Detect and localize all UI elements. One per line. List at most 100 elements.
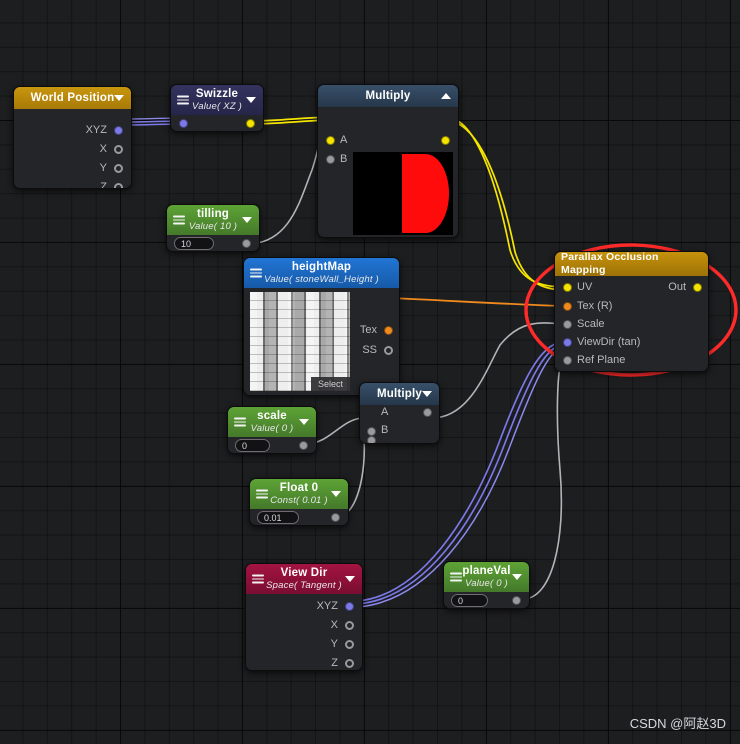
value-input[interactable]: 0.01: [257, 511, 299, 524]
node-tilling[interactable]: tilling Value( 10 ) 10: [166, 204, 260, 252]
texture-thumbnail[interactable]: Select: [250, 292, 350, 391]
chevron-down-icon[interactable]: [246, 97, 256, 103]
menu-icon[interactable]: [234, 417, 246, 427]
node-header[interactable]: World Position: [14, 87, 131, 109]
port-label-z: Z: [331, 657, 338, 669]
output-port-tex[interactable]: [384, 326, 393, 335]
menu-icon[interactable]: [250, 268, 262, 278]
chevron-down-icon[interactable]: [299, 419, 309, 425]
output-port-xyz[interactable]: [114, 126, 123, 135]
node-header[interactable]: View Dir Space( Tangent ): [246, 564, 362, 594]
input-port-ref-plane[interactable]: [563, 356, 572, 365]
menu-icon[interactable]: [177, 95, 189, 105]
shader-graph-canvas[interactable]: World Position XYZ X Y Z Swizzle Value( …: [0, 0, 740, 744]
node-multiply-uv[interactable]: Multiply A B: [317, 84, 459, 238]
node-header[interactable]: scale Value( 0 ): [228, 407, 316, 437]
output-port-value[interactable]: [512, 596, 521, 605]
output-port-y[interactable]: [114, 164, 123, 173]
menu-icon[interactable]: [252, 574, 264, 584]
input-port-a[interactable]: [326, 136, 335, 145]
select-texture-button[interactable]: Select: [310, 377, 350, 391]
input-port-a[interactable]: [367, 436, 376, 443]
node-subtitle: Value( 10 ): [188, 221, 238, 232]
input-port-value[interactable]: [179, 119, 188, 128]
node-view-dir[interactable]: View Dir Space( Tangent ) XYZ X Y Z: [245, 563, 363, 671]
node-header[interactable]: Float 0 Const( 0.01 ): [250, 479, 348, 509]
port-label-uv: UV: [577, 281, 593, 293]
node-swizzle[interactable]: Swizzle Value( XZ ): [170, 84, 264, 132]
output-port-z[interactable]: [345, 659, 354, 668]
node-header[interactable]: Swizzle Value( XZ ): [171, 85, 263, 115]
node-header[interactable]: heightMap Value( stoneWall_Height ): [244, 258, 399, 288]
chevron-down-icon[interactable]: [345, 576, 355, 582]
input-port-scale[interactable]: [563, 320, 572, 329]
node-body: UV Tex (R) Scale ViewDir (tan) Ref Plane…: [555, 276, 708, 371]
chevron-down-icon[interactable]: [114, 95, 124, 101]
output-port-value[interactable]: [242, 239, 251, 248]
output-port-ss[interactable]: [384, 346, 393, 355]
port-label-tex-r: Tex (R): [577, 300, 613, 312]
chevron-down-icon[interactable]: [512, 574, 522, 580]
node-subtitle: Value( 0 ): [250, 423, 294, 434]
chevron-down-icon[interactable]: [242, 217, 252, 223]
node-title: View Dir: [280, 567, 328, 579]
output-port-value[interactable]: [331, 513, 340, 522]
watermark-text: CSDN @阿赵3D: [629, 716, 726, 731]
port-label-a: A: [340, 134, 348, 146]
port-label-y: Y: [330, 638, 338, 650]
chevron-down-icon[interactable]: [422, 391, 432, 397]
output-port-x[interactable]: [345, 621, 354, 630]
node-float-0[interactable]: Float 0 Const( 0.01 ) 0.01: [249, 478, 349, 526]
output-port-xyz[interactable]: [345, 602, 354, 611]
output-port-y[interactable]: [345, 640, 354, 649]
output-port-out[interactable]: [693, 283, 702, 292]
node-body: [171, 115, 263, 131]
port-label-x: X: [99, 143, 107, 155]
menu-icon[interactable]: [450, 572, 462, 582]
value-input[interactable]: 0: [451, 594, 488, 607]
input-port-viewdir-tan[interactable]: [563, 338, 572, 347]
input-port-b[interactable]: [326, 155, 335, 164]
input-port-tex-r[interactable]: [563, 302, 572, 311]
output-port-result[interactable]: [423, 408, 432, 417]
value-input[interactable]: 0: [235, 439, 270, 452]
node-title: Multiply: [376, 387, 423, 400]
node-body: 0.01: [250, 509, 348, 525]
node-header[interactable]: tilling Value( 10 ): [167, 205, 259, 235]
output-port-z[interactable]: [114, 183, 123, 188]
menu-icon[interactable]: [173, 215, 185, 225]
node-body: A B: [360, 405, 439, 443]
output-port-value[interactable]: [299, 441, 308, 450]
node-plane-val[interactable]: planeVal Value( 0 ) 0: [443, 561, 530, 609]
node-parallax-occlusion-mapping[interactable]: Parallax Occlusion Mapping UV Tex (R) Sc…: [554, 251, 709, 372]
node-header[interactable]: Multiply: [318, 85, 458, 107]
chevron-up-icon[interactable]: [441, 93, 451, 99]
node-header[interactable]: planeVal Value( 0 ): [444, 562, 529, 592]
node-body: XYZ X Y Z: [14, 109, 131, 188]
node-body: XYZ X Y Z: [246, 594, 362, 670]
port-label-xyz: XYZ: [85, 124, 107, 136]
input-port-uv[interactable]: [563, 283, 572, 292]
node-header[interactable]: Multiply: [360, 383, 439, 405]
node-header[interactable]: Parallax Occlusion Mapping: [555, 252, 708, 276]
input-port-b[interactable]: [367, 427, 376, 436]
node-world-position[interactable]: World Position XYZ X Y Z: [13, 86, 132, 189]
node-subtitle: Space( Tangent ): [266, 580, 342, 591]
value-input[interactable]: 10: [174, 237, 214, 250]
output-port-value[interactable]: [246, 119, 255, 128]
node-body: A B: [318, 107, 458, 237]
node-title: Swizzle: [195, 88, 239, 100]
port-label-b: B: [340, 153, 348, 165]
wire-multiply-to-pom-scale: [431, 322, 563, 419]
output-port-result[interactable]: [441, 136, 450, 145]
node-title: scale: [257, 410, 287, 422]
output-port-x[interactable]: [114, 145, 123, 154]
port-label-a: A: [381, 406, 389, 418]
chevron-down-icon[interactable]: [331, 491, 341, 497]
node-height-map[interactable]: heightMap Value( stoneWall_Height ) Sele…: [243, 257, 400, 396]
node-scale[interactable]: scale Value( 0 ) 0: [227, 406, 317, 454]
node-multiply-scale[interactable]: Multiply A B: [359, 382, 440, 444]
menu-icon[interactable]: [256, 489, 268, 499]
port-label-ss: SS: [362, 344, 377, 356]
node-body: 0: [228, 437, 316, 453]
